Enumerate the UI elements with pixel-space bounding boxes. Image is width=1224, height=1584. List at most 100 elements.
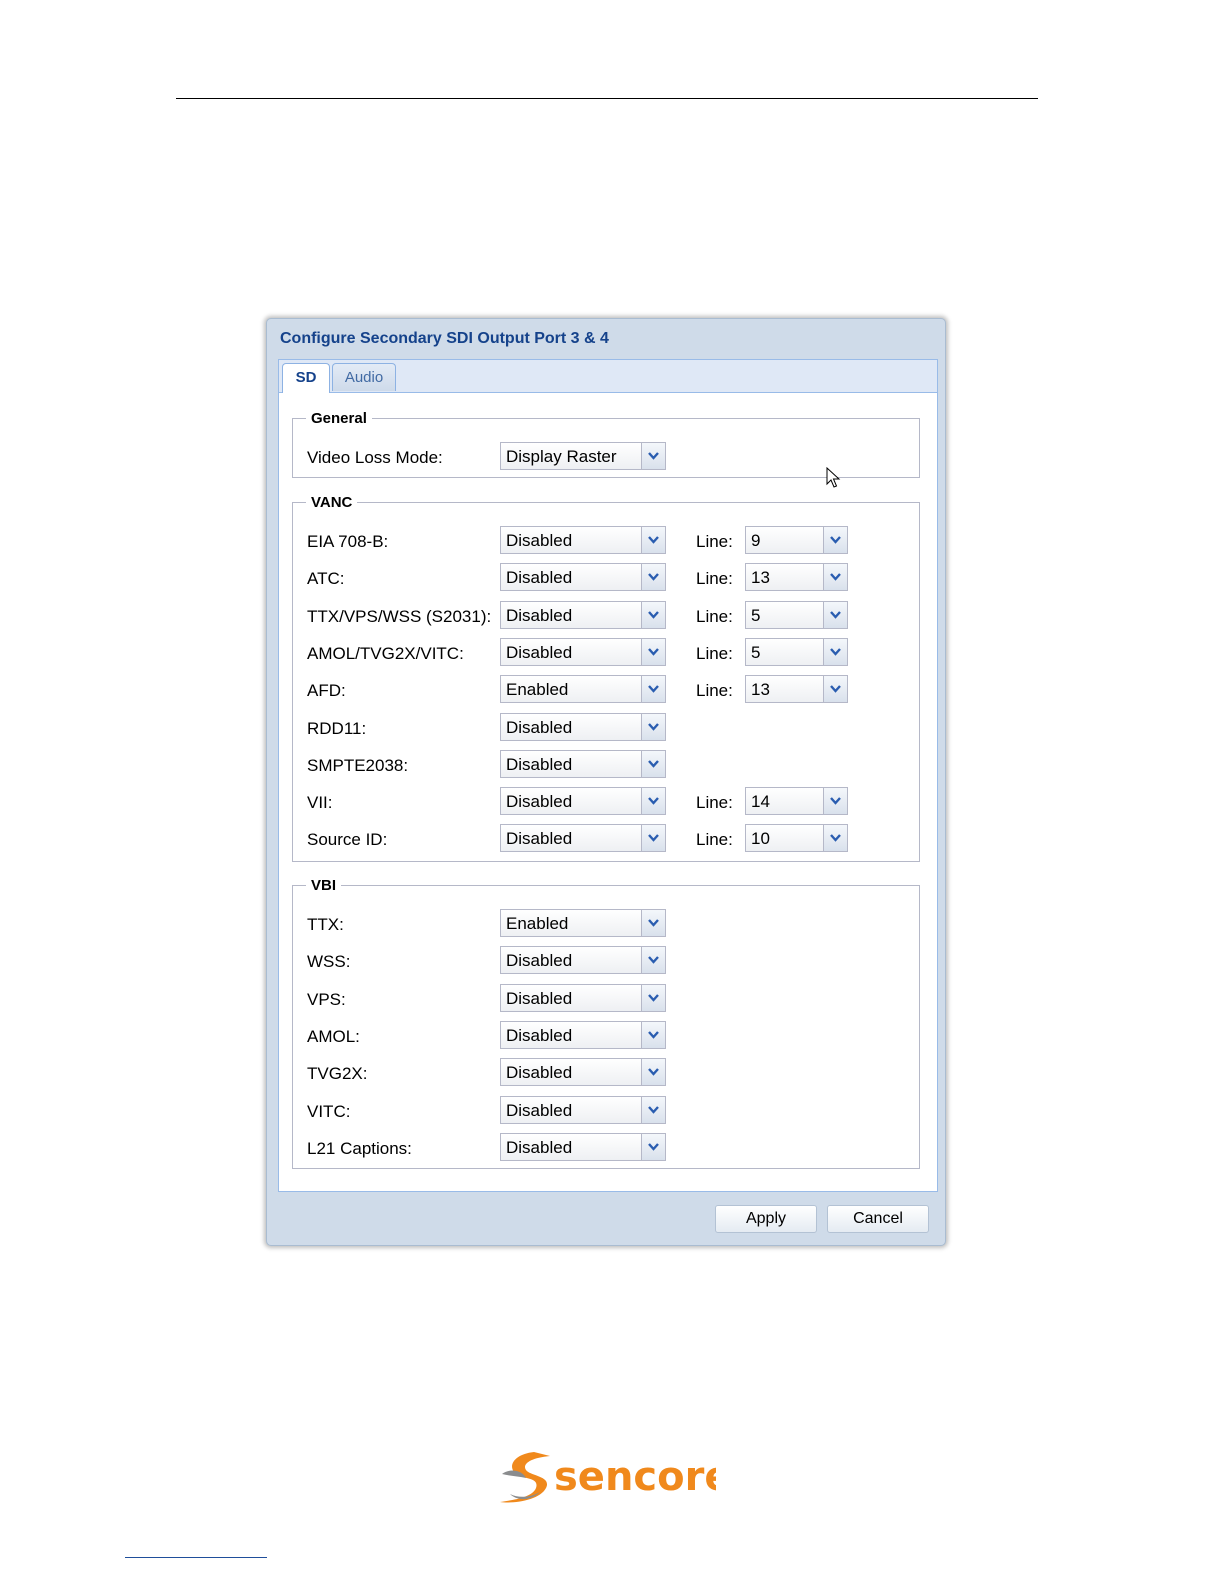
source-id-select[interactable]: Disabled xyxy=(500,824,666,853)
l21-captions-label: L21 Captions: xyxy=(307,1138,412,1158)
amol-value: Disabled xyxy=(506,1025,573,1045)
tvg2x-label: TVG2X: xyxy=(307,1064,368,1084)
ttx-vps-wss-s2031-value: Disabled xyxy=(506,605,573,625)
chevron-down-icon[interactable] xyxy=(641,947,665,974)
chevron-down-icon[interactable] xyxy=(641,564,665,591)
vitc-select[interactable]: Disabled xyxy=(500,1095,666,1124)
tvg2x-select[interactable]: Disabled xyxy=(500,1058,666,1087)
amol-tvg2x-vitc-select[interactable]: Disabled xyxy=(500,637,666,666)
chevron-down-icon[interactable] xyxy=(823,676,847,703)
vii-line-select[interactable]: 14 xyxy=(745,787,848,816)
ttx-value: Enabled xyxy=(506,914,569,933)
vii-line-value: 14 xyxy=(751,792,770,812)
chevron-down-icon[interactable] xyxy=(823,527,847,553)
vitc-value: Disabled xyxy=(506,1100,573,1120)
chevron-down-icon[interactable] xyxy=(823,788,847,815)
tab-audio[interactable]: Audio xyxy=(332,363,396,391)
amol-tvg2x-vitc-value: Disabled xyxy=(506,642,573,662)
chevron-down-icon[interactable] xyxy=(641,1133,665,1160)
source-id-line-select[interactable]: 10 xyxy=(745,824,848,853)
chevron-down-icon[interactable] xyxy=(641,984,665,1011)
tab-sd[interactable]: SD xyxy=(282,363,330,393)
amol-tvg2x-vitc-line-select[interactable]: 5 xyxy=(745,637,848,666)
chevron-down-icon[interactable] xyxy=(823,825,847,852)
amol-tvg2x-vitc-label: AMOL/TVG2X/VITC: xyxy=(307,643,464,663)
ttx-vps-wss-s2031-select[interactable]: Disabled xyxy=(500,600,666,629)
chevron-down-icon[interactable] xyxy=(823,638,847,665)
ttx-vps-wss-s2031-line-value: 5 xyxy=(751,605,761,625)
afd-value: Enabled xyxy=(506,680,569,700)
source-id-line-label: Line: xyxy=(696,830,733,850)
tab-bar: SD Audio xyxy=(278,359,938,393)
rdd11-select[interactable]: Disabled xyxy=(500,712,666,741)
source-id-label: Source ID: xyxy=(307,830,388,850)
ttx-label: TTX: xyxy=(307,915,344,934)
rdd11-value: Disabled xyxy=(506,717,573,737)
eia-708-b-select[interactable]: Disabled xyxy=(500,526,666,554)
ttx-select[interactable]: Enabled xyxy=(500,909,666,937)
chevron-down-icon[interactable] xyxy=(641,750,665,777)
wss-select[interactable]: Disabled xyxy=(500,946,666,975)
chevron-down-icon[interactable] xyxy=(823,601,847,628)
footer-link-underline xyxy=(125,1557,267,1558)
video-loss-mode-label: Video Loss Mode: xyxy=(307,448,443,467)
chevron-down-icon[interactable] xyxy=(823,564,847,591)
atc-select[interactable]: Disabled xyxy=(500,563,666,592)
configure-dialog: Configure Secondary SDI Output Port 3 & … xyxy=(266,318,946,1246)
cancel-button[interactable]: Cancel xyxy=(827,1205,929,1233)
vii-select[interactable]: Disabled xyxy=(500,787,666,816)
vps-label: VPS: xyxy=(307,989,346,1009)
atc-line-label: Line: xyxy=(696,569,733,589)
chevron-down-icon[interactable] xyxy=(641,1021,665,1048)
vii-line-label: Line: xyxy=(696,793,733,813)
eia-708-b-line-label: Line: xyxy=(696,532,733,551)
video-loss-mode-select[interactable]: Display Raster xyxy=(500,442,666,470)
smpte2038-value: Disabled xyxy=(506,754,573,774)
source-id-value: Disabled xyxy=(506,829,573,849)
chevron-down-icon[interactable] xyxy=(641,1059,665,1086)
vbi-legend: VBI xyxy=(311,877,337,894)
afd-select[interactable]: Enabled xyxy=(500,675,666,704)
l21-captions-select[interactable]: Disabled xyxy=(500,1132,666,1161)
general-legend: General xyxy=(311,410,367,427)
ttx-vps-wss-s2031-line-select[interactable]: 5 xyxy=(745,600,848,629)
chevron-down-icon[interactable] xyxy=(641,788,665,815)
apply-button[interactable]: Apply xyxy=(715,1205,817,1233)
vanc-fieldset: VANC EIA 708-B: Disabled Line: 9 ATC: Disable… xyxy=(292,494,920,862)
ttx-vps-wss-s2031-line-label: Line: xyxy=(696,606,733,626)
logo-wordmark: sencore xyxy=(554,1454,716,1500)
chevron-down-icon[interactable] xyxy=(641,443,665,469)
chevron-down-icon[interactable] xyxy=(641,1096,665,1123)
eia-708-b-value: Disabled xyxy=(506,531,573,550)
atc-line-select[interactable]: 13 xyxy=(745,563,848,592)
chevron-down-icon[interactable] xyxy=(641,638,665,665)
tvg2x-value: Disabled xyxy=(506,1063,573,1083)
video-loss-mode-value: Display Raster xyxy=(506,447,617,466)
chevron-down-icon[interactable] xyxy=(641,527,665,553)
atc-label: ATC: xyxy=(307,569,345,589)
eia-708-b-line-select[interactable]: 9 xyxy=(745,526,848,554)
wss-label: WSS: xyxy=(307,952,351,972)
chevron-down-icon[interactable] xyxy=(641,676,665,703)
afd-line-select[interactable]: 13 xyxy=(745,675,848,704)
wss-value: Disabled xyxy=(506,951,573,971)
smpte2038-select[interactable]: Disabled xyxy=(500,749,666,778)
chevron-down-icon[interactable] xyxy=(641,825,665,852)
vps-select[interactable]: Disabled xyxy=(500,983,666,1012)
afd-line-label: Line: xyxy=(696,681,733,701)
amol-select[interactable]: Disabled xyxy=(500,1020,666,1049)
vii-value: Disabled xyxy=(506,792,573,812)
amol-tvg2x-vitc-line-label: Line: xyxy=(696,643,733,663)
rdd11-label: RDD11: xyxy=(307,718,367,738)
chevron-down-icon[interactable] xyxy=(641,713,665,740)
mouse-pointer-icon xyxy=(826,467,841,488)
page-header-rule xyxy=(176,98,1038,99)
chevron-down-icon[interactable] xyxy=(641,910,665,936)
amol-tvg2x-vitc-line-value: 5 xyxy=(751,642,761,662)
ttx-vps-wss-s2031-label: TTX/VPS/WSS (S2031): xyxy=(307,606,492,626)
vitc-label: VITC: xyxy=(307,1101,351,1121)
eia-708-b-label: EIA 708-B: xyxy=(307,532,389,551)
sd-tab-panel: General Video Loss Mode: Display Raster … xyxy=(278,393,938,1192)
chevron-down-icon[interactable] xyxy=(641,601,665,628)
source-id-line-value: 10 xyxy=(751,829,770,849)
